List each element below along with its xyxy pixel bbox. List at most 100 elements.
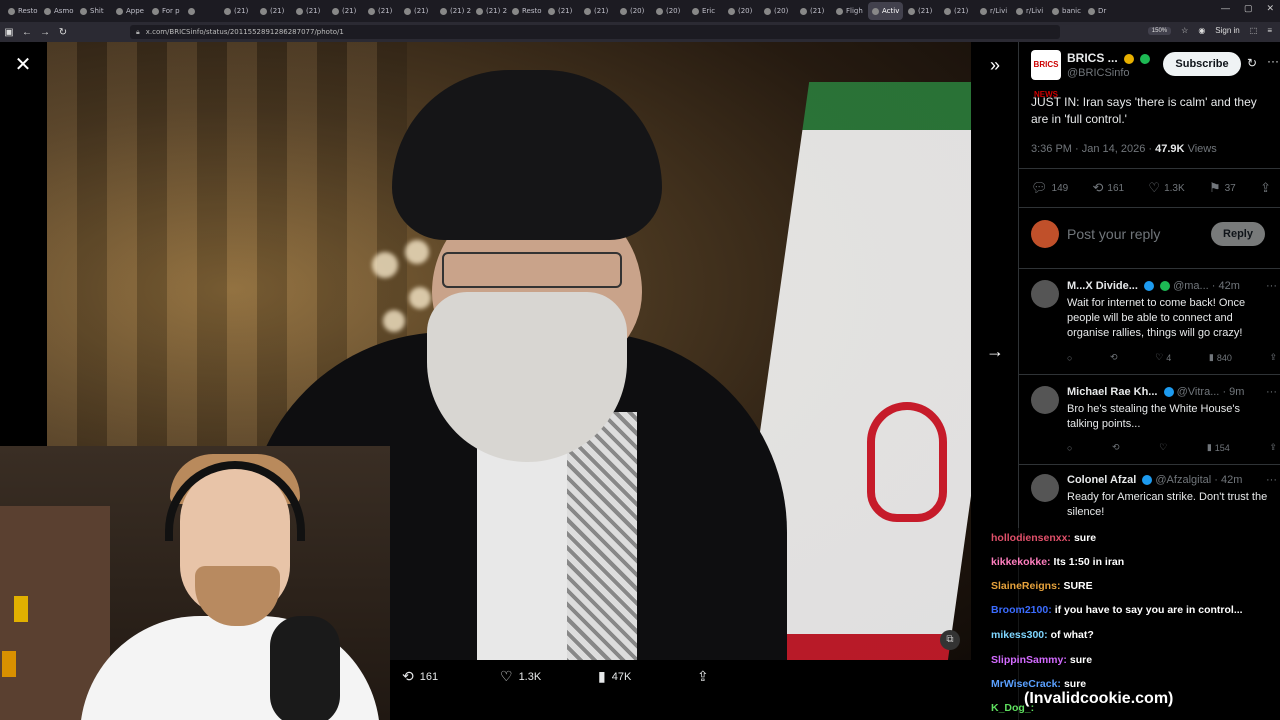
browser-tab[interactable]: Dr [1084, 2, 1119, 20]
browser-tab[interactable]: (21) 2 [472, 2, 507, 20]
divider [1019, 374, 1280, 375]
reply-button[interactable]: Reply [1211, 222, 1265, 246]
author-handle[interactable]: @BRICSinfo [1067, 67, 1130, 79]
collapse-panel-icon[interactable]: » [984, 54, 1006, 76]
reply-avatar[interactable] [1031, 386, 1059, 414]
browser-tab[interactable]: (21) [364, 2, 399, 20]
zoom-badge[interactable]: 150% [1147, 26, 1172, 35]
chat-text: sure [1063, 678, 1087, 690]
tweet-time[interactable]: 3:36 PM · Jan 14, 2026 · [1031, 143, 1152, 155]
reply-name[interactable]: Colonel Afzal [1067, 474, 1136, 486]
image-options-icon[interactable]: ⧉ [940, 630, 960, 650]
share-icon: ⇪ [1260, 180, 1271, 195]
reply-like-action[interactable]: ♡ 4 [1155, 352, 1171, 363]
reply-avatar[interactable] [1031, 280, 1059, 308]
browser-tab[interactable]: (21) 2 [436, 2, 471, 20]
bokeh-light [383, 310, 405, 332]
account-icon[interactable]: ◉ [1198, 26, 1205, 35]
media-views-button[interactable]: ▮ 47K [598, 668, 631, 685]
browser-tab[interactable]: (20) [616, 2, 651, 20]
reply-like-action[interactable]: ♡ [1159, 442, 1167, 453]
reply-action[interactable]: 💬︎ 149 [1031, 180, 1068, 196]
reply-retweet-action[interactable]: ⟲ [1110, 352, 1118, 363]
like-action[interactable]: ♡ 1.3K [1148, 180, 1184, 196]
media-share-button[interactable]: ⇪ [697, 668, 709, 685]
browser-tab[interactable]: (20) [760, 2, 795, 20]
browser-tab[interactable]: (21) [544, 2, 579, 20]
menu-icon[interactable]: ≡ [1267, 26, 1272, 35]
next-photo-icon[interactable]: → [984, 340, 1006, 362]
retweet-action[interactable]: ⟲ 161 [1093, 180, 1125, 196]
tab-label: (21) [342, 7, 357, 15]
bookmark-star-icon[interactable]: ☆ [1181, 26, 1188, 35]
tab-label: Shit [90, 7, 104, 15]
reply-avatar[interactable] [1031, 474, 1059, 502]
browser-tab[interactable]: Appe [112, 2, 147, 20]
reply-item[interactable]: M...X Divide... @ma... · 42m ··· Wait fo… [1031, 280, 1277, 370]
reply-item[interactable]: Colonel Afzal @Afzalgital · 42m ··· Read… [1031, 474, 1277, 526]
sign-in-link[interactable]: Sign in [1215, 26, 1239, 35]
browser-tab[interactable]: For p [148, 2, 183, 20]
reply-reply-action[interactable]: ○ [1067, 352, 1072, 363]
reload-icon[interactable]: ↻ [54, 27, 72, 38]
browser-tab[interactable]: r/Livi [1012, 2, 1047, 20]
bokeh-light [372, 252, 398, 278]
reply-views-action[interactable]: ▮ 840 [1209, 352, 1232, 363]
reply-name[interactable]: Michael Rae Kh... [1067, 386, 1157, 398]
forward-icon[interactable]: → [36, 27, 54, 38]
browser-tab[interactable]: Shit [76, 2, 111, 20]
reply-name[interactable]: M...X Divide... [1067, 280, 1138, 292]
reply-count: 149 [1051, 182, 1069, 194]
minimize-icon[interactable]: — [1221, 3, 1230, 14]
url-bar[interactable]: 🔒︎ x.com/BRICSinfo/status/20115528912862… [130, 25, 1060, 39]
close-window-icon[interactable]: ✕ [1266, 3, 1274, 14]
reply-header: Colonel Afzal @Afzalgital · 42m [1067, 474, 1242, 486]
browser-tab[interactable]: (20) [652, 2, 687, 20]
bookmark-action[interactable]: ⚑ 37 [1209, 180, 1236, 196]
browser-tab[interactable]: (21) [580, 2, 615, 20]
browser-tab[interactable]: (20) [724, 2, 759, 20]
browser-tab[interactable]: (21) [940, 2, 975, 20]
extensions-icon[interactable]: ⬚ [1250, 26, 1258, 35]
browser-tab[interactable]: (21) [904, 2, 939, 20]
browser-tab[interactable]: (21) [328, 2, 363, 20]
reply-retweet-action[interactable]: ⟲ [1112, 442, 1120, 453]
more-icon[interactable]: ··· [1266, 386, 1277, 398]
author-avatar[interactable]: BRICS NEWS [1031, 50, 1061, 99]
browser-tab[interactable]: Resto [4, 2, 39, 20]
more-icon[interactable]: ··· [1266, 474, 1277, 486]
reply-views-action[interactable]: ▮ 154 [1207, 442, 1230, 453]
subscribe-button[interactable]: Subscribe [1163, 52, 1241, 76]
browser-tab[interactable]: (21) [220, 2, 255, 20]
more-icon[interactable]: ··· [1266, 280, 1277, 292]
media-retweet-button[interactable]: ⟲ 161 [402, 668, 438, 685]
share-action[interactable]: ⇪ [1260, 180, 1271, 196]
browser-tab[interactable]: Asmo [40, 2, 75, 20]
grok-icon[interactable]: ↻ [1247, 56, 1257, 70]
back-icon[interactable]: ← [18, 27, 36, 38]
tab-label: r/Livi [1026, 7, 1044, 15]
sidebar-icon[interactable]: ▣ [0, 27, 18, 38]
browser-tab[interactable] [184, 2, 219, 20]
browser-tab[interactable]: r/Livi [976, 2, 1011, 20]
browser-tab[interactable]: Eric [688, 2, 723, 20]
close-icon[interactable]: ✕ [12, 54, 34, 76]
browser-tab[interactable]: (21) [256, 2, 291, 20]
browser-tab[interactable]: (21) [400, 2, 435, 20]
browser-tab[interactable]: (21) [292, 2, 327, 20]
reply-input[interactable]: Post your reply [1067, 226, 1160, 242]
author-name-wrap[interactable]: BRICS ... [1067, 51, 1151, 65]
media-like-button[interactable]: ♡ 1.3K [500, 668, 541, 685]
browser-tab[interactable]: Resto [508, 2, 543, 20]
browser-tab[interactable]: (21) [796, 2, 831, 20]
reply-item[interactable]: Michael Rae Kh... @Vitra... · 9m ··· Bro… [1031, 386, 1277, 464]
reply-text: Wait for internet to come back! Once peo… [1067, 297, 1246, 339]
maximize-icon[interactable]: ▢ [1244, 3, 1253, 14]
more-icon[interactable]: ··· [1267, 54, 1279, 68]
browser-tab[interactable]: Fligh [832, 2, 867, 20]
browser-tab[interactable]: banic [1048, 2, 1083, 20]
reply-share-action[interactable]: ⇪ [1269, 442, 1277, 453]
reply-share-action[interactable]: ⇪ [1269, 352, 1277, 363]
browser-tab[interactable]: Activ [868, 2, 903, 20]
reply-reply-action[interactable]: ○ [1067, 442, 1072, 453]
